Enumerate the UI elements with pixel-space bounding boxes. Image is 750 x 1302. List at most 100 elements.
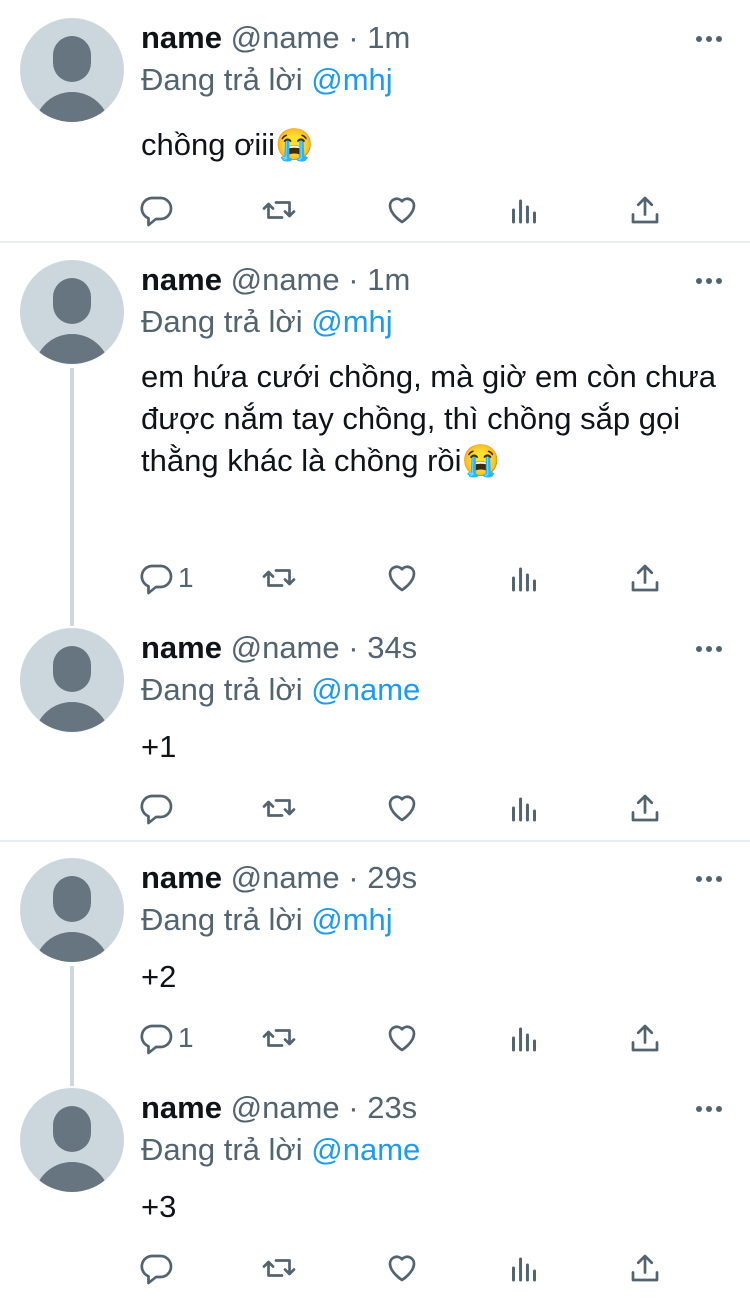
retweet-icon <box>262 201 296 219</box>
mention-link[interactable]: @mhj <box>311 902 392 937</box>
like-icon <box>388 795 416 822</box>
tweet-text: chồng ơiii😭 <box>141 127 314 162</box>
display-name[interactable]: name <box>141 20 222 55</box>
timestamp[interactable]: 1m <box>367 262 410 297</box>
tweet-3[interactable]: name @name · 34s Đang trả lời @name +1 <box>0 610 750 840</box>
tweet-1[interactable]: name @name · 1m Đang trả lời @mhj chồng … <box>0 0 750 242</box>
like-icon <box>388 1255 416 1282</box>
analytics-button[interactable] <box>506 190 542 230</box>
more-icon[interactable] <box>694 30 724 48</box>
display-name[interactable]: name <box>141 262 222 297</box>
analytics-button[interactable] <box>506 1018 542 1058</box>
like-icon <box>388 565 416 592</box>
timestamp[interactable]: 23s <box>367 1090 417 1125</box>
analytics-icon <box>512 1027 536 1052</box>
retweet-button[interactable] <box>261 558 297 598</box>
like-button[interactable] <box>384 1018 420 1058</box>
reply-icon <box>140 1254 173 1285</box>
display-name[interactable]: name <box>141 630 222 665</box>
mention-link[interactable]: @name <box>311 672 420 707</box>
avatar[interactable] <box>20 260 124 364</box>
timestamp[interactable]: 1m <box>367 20 410 55</box>
handle[interactable]: @name <box>231 20 340 55</box>
separator: · <box>348 630 359 665</box>
separator: · <box>348 262 359 297</box>
action-bar: 1 <box>0 558 750 598</box>
analytics-icon <box>512 1257 536 1282</box>
separator: · <box>348 1090 359 1125</box>
timestamp[interactable]: 29s <box>367 860 417 895</box>
handle[interactable]: @name <box>231 262 340 297</box>
tweet-2[interactable]: name @name · 1m Đang trả lời @mhj em hứa… <box>0 242 750 626</box>
tweet-header: name @name · 1m <box>141 18 410 58</box>
tweet-text: +2 <box>141 959 177 994</box>
more-icon[interactable] <box>694 272 724 290</box>
mention-link[interactable]: @mhj <box>311 304 392 339</box>
avatar[interactable] <box>20 18 124 122</box>
share-button[interactable] <box>627 558 663 598</box>
tweet-text: +3 <box>141 1189 177 1224</box>
display-name[interactable]: name <box>141 1090 222 1125</box>
reply-button[interactable]: 1 <box>138 558 194 598</box>
share-icon <box>631 1254 659 1282</box>
share-icon <box>631 794 659 822</box>
share-button[interactable] <box>627 788 663 828</box>
tweet-header: name @name · 34s <box>141 628 417 668</box>
retweet-button[interactable] <box>261 1248 297 1288</box>
avatar[interactable] <box>20 628 124 732</box>
share-button[interactable] <box>627 1018 663 1058</box>
handle[interactable]: @name <box>231 1090 340 1125</box>
avatar[interactable] <box>20 1088 124 1192</box>
retweet-icon <box>262 1029 296 1047</box>
tweet-header: name @name · 29s <box>141 858 417 898</box>
analytics-button[interactable] <box>506 558 542 598</box>
like-button[interactable] <box>384 1248 420 1288</box>
more-icon[interactable] <box>694 640 724 658</box>
like-button[interactable] <box>384 558 420 598</box>
retweet-button[interactable] <box>261 190 297 230</box>
like-button[interactable] <box>384 190 420 230</box>
like-icon <box>388 1025 416 1052</box>
retweet-icon <box>262 799 296 817</box>
like-button[interactable] <box>384 788 420 828</box>
analytics-icon <box>512 199 536 224</box>
retweet-button[interactable] <box>261 1018 297 1058</box>
analytics-icon <box>512 797 536 822</box>
reply-button[interactable]: 1 <box>138 1018 194 1058</box>
handle[interactable]: @name <box>231 860 340 895</box>
more-icon[interactable] <box>694 1100 724 1118</box>
retweet-icon <box>262 569 296 587</box>
analytics-button[interactable] <box>506 1248 542 1288</box>
more-icon[interactable] <box>694 870 724 888</box>
replying-to-label: Đang trả lời <box>141 672 303 707</box>
analytics-button[interactable] <box>506 788 542 828</box>
analytics-icon <box>512 567 536 592</box>
mention-link[interactable]: @mhj <box>311 62 392 97</box>
share-button[interactable] <box>627 1248 663 1288</box>
retweet-icon <box>262 1259 296 1277</box>
tweet-4[interactable]: name @name · 29s Đang trả lời @mhj +2 1 <box>0 840 750 1086</box>
action-bar: 1 <box>0 1018 750 1058</box>
share-icon <box>631 1024 659 1052</box>
action-bar <box>0 190 750 230</box>
replying-to: Đang trả lời @name <box>141 1130 420 1170</box>
reply-icon <box>140 1024 173 1055</box>
reply-count: 1 <box>178 562 194 593</box>
reply-button[interactable] <box>138 788 178 828</box>
replying-to: Đang trả lời @mhj <box>141 60 393 100</box>
tweet-header: name @name · 23s <box>141 1088 417 1128</box>
timestamp[interactable]: 34s <box>367 630 417 665</box>
reply-button[interactable] <box>138 190 178 230</box>
avatar[interactable] <box>20 858 124 962</box>
retweet-button[interactable] <box>261 788 297 828</box>
action-bar <box>0 788 750 828</box>
reply-button[interactable] <box>138 1248 178 1288</box>
display-name[interactable]: name <box>141 860 222 895</box>
tweet-5[interactable]: name @name · 23s Đang trả lời @name +3 <box>0 1070 750 1302</box>
replying-to-label: Đang trả lời <box>141 1132 303 1167</box>
replying-to: Đang trả lời @mhj <box>141 900 393 940</box>
share-button[interactable] <box>627 190 663 230</box>
handle[interactable]: @name <box>231 630 340 665</box>
reply-count: 1 <box>178 1022 194 1053</box>
mention-link[interactable]: @name <box>311 1132 420 1167</box>
